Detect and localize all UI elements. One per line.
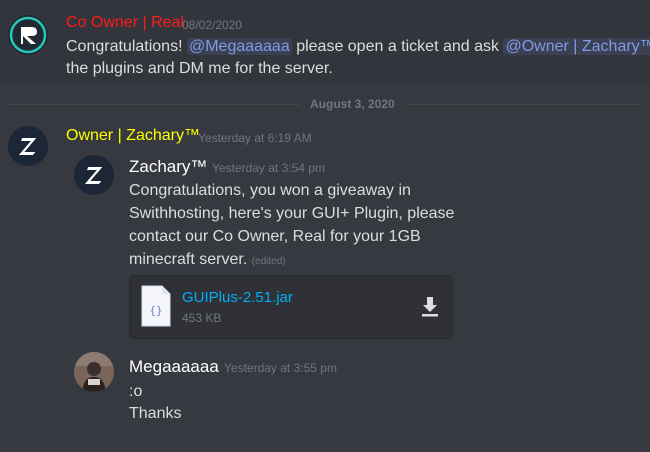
r-logo-avatar[interactable]	[8, 15, 48, 55]
user-mention[interactable]: @Owner | Zachary™	[503, 38, 650, 55]
z-logo-avatar[interactable]	[8, 126, 48, 166]
message-text-line: contact our Co Owner, Real for your 1GB	[129, 228, 421, 245]
svg-text:{}: {}	[149, 304, 162, 317]
author-name[interactable]: Owner | Zachary™	[66, 127, 200, 145]
message-timestamp: Yesterday at 6:19 AM	[198, 131, 312, 145]
text-segment: please open a ticket and ask	[296, 38, 499, 55]
message-text-line: Swithhosting, here's your GUI+ Plugin, p…	[129, 205, 455, 222]
code-file-icon: {}	[140, 284, 172, 328]
text-segment: Congratulations!	[66, 38, 183, 55]
file-attachment: {} GUIPlus-2.51.jar 453 KB	[129, 275, 453, 339]
attachment-file-size: 453 KB	[182, 311, 222, 325]
message-text-line: Congratulations! @Megaaaaaa please open …	[66, 36, 650, 58]
author-name[interactable]: Co Owner | Real	[66, 14, 184, 31]
message-text-line: minecraft server. (edited)	[129, 249, 286, 273]
author-name[interactable]: Zachary™	[129, 157, 207, 177]
message-timestamp: Yesterday at 3:55 pm	[224, 361, 337, 375]
message-author[interactable]: Co Owner | Real	[66, 14, 184, 32]
message-timestamp: Yesterday at 3:54 pm	[212, 161, 325, 175]
date-divider-label: August 3, 2020	[300, 97, 405, 111]
text-segment: minecraft server.	[129, 251, 248, 268]
attachment-file-name[interactable]: GUIPlus-2.51.jar	[182, 289, 293, 306]
author-name[interactable]: Megaaaaaa	[129, 357, 219, 377]
edited-marker: (edited)	[251, 256, 286, 267]
message-timestamp: 08/02/2020	[182, 18, 243, 32]
user-photo-avatar[interactable]	[74, 352, 114, 392]
download-icon[interactable]	[418, 294, 442, 318]
message-text-line: Thanks	[129, 405, 182, 422]
message-text-line: :o	[129, 383, 143, 400]
z-logo-avatar[interactable]	[74, 155, 114, 195]
message-text-line: Congratulations, you won a giveaway in	[129, 182, 411, 199]
user-mention[interactable]: @Megaaaaaa	[186, 38, 292, 55]
message-text-line: the plugins and DM me for the server.	[66, 60, 333, 77]
